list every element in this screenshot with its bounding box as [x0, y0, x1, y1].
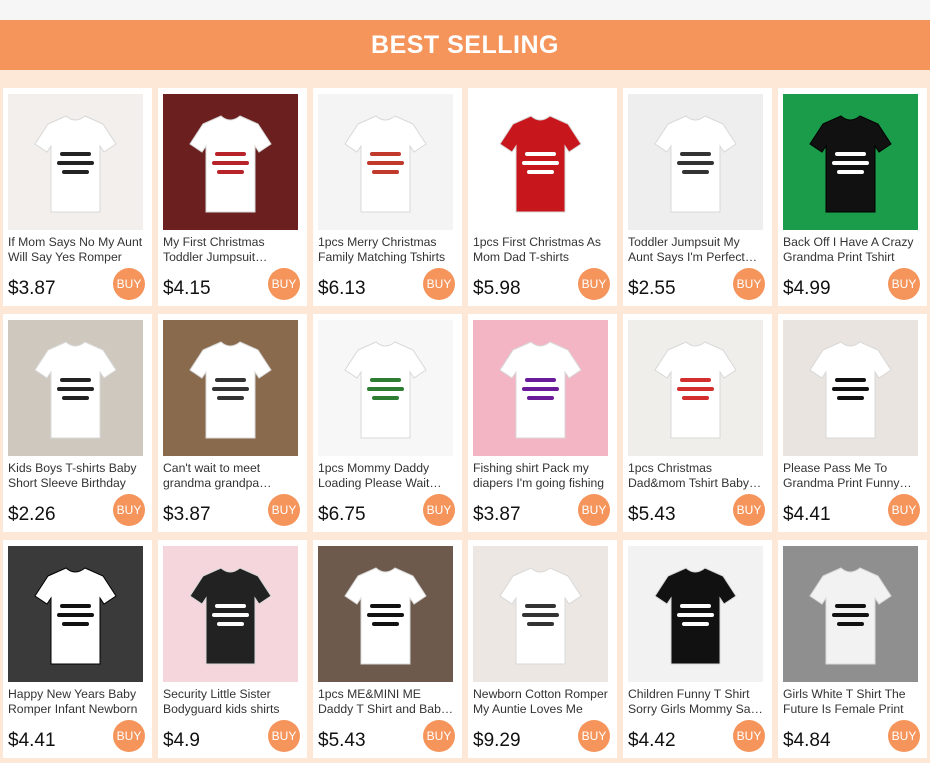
product-price: $5.43 — [318, 730, 366, 751]
buy-button[interactable]: BUY — [888, 268, 920, 300]
product-price: $3.87 — [8, 278, 56, 299]
product-price: $4.41 — [8, 730, 56, 751]
buy-button[interactable]: BUY — [423, 494, 455, 526]
product-price: $4.15 — [163, 278, 211, 299]
product-card[interactable]: Back Off I Have A Crazy Grandma Print Ts… — [778, 88, 927, 306]
product-title[interactable]: 1pcs ME&MINI ME Daddy T Shirt and Baby R… — [318, 687, 456, 717]
best-selling-banner: BEST SELLING — [0, 20, 930, 70]
buy-button[interactable]: BUY — [423, 720, 455, 752]
product-card[interactable]: If Mom Says No My Aunt Will Say Yes Romp… — [3, 88, 152, 306]
product-image[interactable] — [318, 546, 453, 682]
buy-button[interactable]: BUY — [733, 494, 765, 526]
product-image[interactable] — [8, 320, 143, 456]
product-card[interactable]: Please Pass Me To Grandma Print Funny Ro… — [778, 314, 927, 532]
product-title[interactable]: Newborn Cotton Romper My Auntie Loves Me — [473, 687, 611, 717]
product-title[interactable]: Back Off I Have A Crazy Grandma Print Ts… — [783, 235, 921, 265]
product-card[interactable]: Girls White T Shirt The Future Is Female… — [778, 540, 927, 758]
product-image[interactable] — [318, 320, 453, 456]
product-price: $4.9 — [163, 730, 200, 751]
buy-button[interactable]: BUY — [268, 494, 300, 526]
product-image[interactable] — [8, 546, 143, 682]
product-card[interactable]: Kids Boys T-shirts Baby Short Sleeve Bir… — [3, 314, 152, 532]
product-card[interactable]: Children Funny T Shirt Sorry Girls Mommy… — [623, 540, 772, 758]
product-title[interactable]: Please Pass Me To Grandma Print Funny Ro… — [783, 461, 921, 491]
product-image[interactable] — [783, 94, 918, 230]
product-card[interactable]: Security Little Sister Bodyguard kids sh… — [158, 540, 307, 758]
product-title[interactable]: If Mom Says No My Aunt Will Say Yes Romp… — [8, 235, 146, 265]
product-image[interactable] — [628, 94, 763, 230]
product-image[interactable] — [163, 320, 298, 456]
buy-button[interactable]: BUY — [578, 720, 610, 752]
product-price: $4.42 — [628, 730, 676, 751]
product-price: $5.43 — [628, 504, 676, 525]
buy-button[interactable]: BUY — [113, 720, 145, 752]
product-image[interactable] — [318, 94, 453, 230]
product-card[interactable]: 1pcs Christmas Dad&mom Tshirt Baby Rompe… — [623, 314, 772, 532]
product-card[interactable]: 1pcs Mommy Daddy Loading Please Wait Tsh… — [313, 314, 462, 532]
buy-button[interactable]: BUY — [423, 268, 455, 300]
buy-button[interactable]: BUY — [113, 494, 145, 526]
buy-button[interactable]: BUY — [578, 268, 610, 300]
product-title[interactable]: 1pcs First Christmas As Mom Dad T-shirts — [473, 235, 611, 265]
product-card[interactable]: Can't wait to meet grandma grandpa Rompe… — [158, 314, 307, 532]
buy-button[interactable]: BUY — [888, 720, 920, 752]
banner-title: BEST SELLING — [371, 30, 559, 59]
product-title[interactable]: 1pcs Merry Christmas Family Matching Tsh… — [318, 235, 456, 265]
product-card[interactable]: 1pcs First Christmas As Mom Dad T-shirts… — [468, 88, 617, 306]
product-price: $9.29 — [473, 730, 521, 751]
product-price: $4.41 — [783, 504, 831, 525]
product-price: $2.26 — [8, 504, 56, 525]
product-price: $4.99 — [783, 278, 831, 299]
product-card[interactable]: 1pcs Merry Christmas Family Matching Tsh… — [313, 88, 462, 306]
product-card[interactable]: Fishing shirt Pack my diapers I'm going … — [468, 314, 617, 532]
product-title[interactable]: Can't wait to meet grandma grandpa Rompe… — [163, 461, 301, 491]
product-grid: If Mom Says No My Aunt Will Say Yes Romp… — [3, 88, 927, 758]
product-image[interactable] — [473, 94, 608, 230]
product-title[interactable]: Children Funny T Shirt Sorry Girls Mommy… — [628, 687, 766, 717]
product-image[interactable] — [473, 546, 608, 682]
product-price: $2.55 — [628, 278, 676, 299]
product-card[interactable]: Happy New Years Baby Romper Infant Newbo… — [3, 540, 152, 758]
product-title[interactable]: 1pcs Christmas Dad&mom Tshirt Baby Rompe… — [628, 461, 766, 491]
buy-button[interactable]: BUY — [268, 268, 300, 300]
product-title[interactable]: Toddler Jumpsuit My Aunt Says I'm Perfec… — [628, 235, 766, 265]
product-price: $3.87 — [473, 504, 521, 525]
product-image[interactable] — [628, 546, 763, 682]
top-strip — [0, 0, 930, 20]
product-image[interactable] — [8, 94, 143, 230]
product-price: $3.87 — [163, 504, 211, 525]
buy-button[interactable]: BUY — [113, 268, 145, 300]
product-image[interactable] — [783, 320, 918, 456]
product-title[interactable]: My First Christmas Toddler Jumpsuit Romp… — [163, 235, 301, 265]
buy-button[interactable]: BUY — [733, 720, 765, 752]
product-image[interactable] — [163, 546, 298, 682]
product-image[interactable] — [628, 320, 763, 456]
product-image[interactable] — [473, 320, 608, 456]
product-image[interactable] — [163, 94, 298, 230]
product-card[interactable]: 1pcs ME&MINI ME Daddy T Shirt and Baby R… — [313, 540, 462, 758]
product-card[interactable]: Newborn Cotton Romper My Auntie Loves Me… — [468, 540, 617, 758]
product-price: $6.13 — [318, 278, 366, 299]
buy-button[interactable]: BUY — [733, 268, 765, 300]
product-card[interactable]: My First Christmas Toddler Jumpsuit Romp… — [158, 88, 307, 306]
buy-button[interactable]: BUY — [888, 494, 920, 526]
product-title[interactable]: Kids Boys T-shirts Baby Short Sleeve Bir… — [8, 461, 146, 491]
product-card[interactable]: Toddler Jumpsuit My Aunt Says I'm Perfec… — [623, 88, 772, 306]
bottom-strip — [0, 758, 930, 763]
product-price: $5.98 — [473, 278, 521, 299]
product-price: $4.84 — [783, 730, 831, 751]
product-title[interactable]: Happy New Years Baby Romper Infant Newbo… — [8, 687, 146, 717]
buy-button[interactable]: BUY — [578, 494, 610, 526]
product-image[interactable] — [783, 546, 918, 682]
product-price: $6.75 — [318, 504, 366, 525]
product-title[interactable]: 1pcs Mommy Daddy Loading Please Wait Tsh… — [318, 461, 456, 491]
buy-button[interactable]: BUY — [268, 720, 300, 752]
product-title[interactable]: Security Little Sister Bodyguard kids sh… — [163, 687, 301, 717]
product-title[interactable]: Fishing shirt Pack my diapers I'm going … — [473, 461, 611, 491]
product-title[interactable]: Girls White T Shirt The Future Is Female… — [783, 687, 921, 717]
